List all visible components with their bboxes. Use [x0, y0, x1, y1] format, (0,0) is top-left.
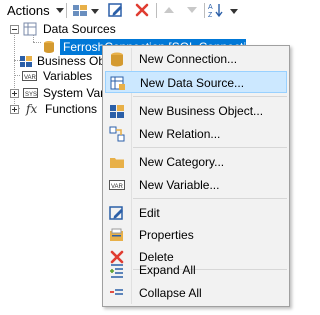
- toolbar-separator: [66, 3, 67, 18]
- actions-dropdown-icon[interactable]: [56, 8, 64, 13]
- move-up-icon[interactable]: [161, 2, 177, 18]
- new-variable-icon: VAR: [109, 180, 125, 190]
- menu-item-label: New Data Source...: [140, 76, 245, 90]
- new-relation-icon: [109, 126, 125, 142]
- menu-item-new-data-source[interactable]: New Data Source...: [105, 71, 287, 93]
- function-icon: fx: [26, 102, 38, 116]
- move-down-icon[interactable]: [184, 2, 200, 18]
- new-category-icon: [110, 158, 124, 168]
- svg-text:SYS: SYS: [25, 92, 37, 98]
- new-business-object-icon: [110, 105, 124, 118]
- menu-item-new-variable[interactable]: VAR New Variable...: [105, 174, 287, 196]
- edit-icon: [109, 206, 123, 220]
- actions-menu-button[interactable]: Actions: [7, 3, 50, 18]
- toolbar-separator: [204, 3, 205, 18]
- new-connection-icon: [111, 52, 123, 67]
- svg-text:VAR: VAR: [111, 184, 124, 190]
- collapse-all-icon: [110, 289, 123, 295]
- context-menu: New Connection... New Data Source... New…: [102, 45, 290, 307]
- menu-item-collapse-all[interactable]: Collapse All: [105, 282, 287, 304]
- toolbar: Actions A Z: [0, 0, 295, 20]
- menu-item-label: Collapse All: [139, 286, 202, 300]
- tree-node-data-sources[interactable]: Data Sources: [0, 20, 120, 38]
- menu-item-label: Properties: [139, 228, 194, 242]
- tree-node-variables[interactable]: VAR Variables: [0, 67, 102, 85]
- sort-icon[interactable]: A Z: [208, 2, 224, 18]
- menu-item-label: New Business Object...: [139, 104, 264, 118]
- menu-item-properties[interactable]: Properties: [105, 224, 287, 246]
- tree-label: Variables: [43, 69, 93, 83]
- edit-icon[interactable]: [108, 2, 124, 18]
- tree-node-functions[interactable]: fx Functions: [0, 100, 102, 118]
- menu-item-edit[interactable]: Edit: [105, 202, 287, 224]
- variables-icon: VAR: [22, 71, 37, 81]
- data-sources-icon: [23, 22, 37, 36]
- svg-text:Z: Z: [208, 12, 213, 18]
- toolbar-separator: [156, 3, 157, 18]
- menu-item-new-relation[interactable]: New Relation...: [105, 123, 287, 145]
- menu-item-label: Edit: [139, 206, 160, 220]
- menu-item-new-category[interactable]: New Category...: [105, 151, 287, 173]
- menu-item-label: Expand All: [139, 263, 196, 277]
- menu-item-label: New Connection...: [139, 52, 238, 66]
- svg-text:VAR: VAR: [24, 75, 37, 81]
- new-item-dropdown-icon[interactable]: [91, 9, 99, 14]
- menu-item-new-business-object[interactable]: New Business Object...: [105, 100, 287, 122]
- system-variables-icon: SYS: [23, 88, 38, 98]
- new-item-icon[interactable]: [72, 2, 88, 18]
- svg-text:A: A: [208, 4, 213, 11]
- expand-all-icon: [110, 264, 123, 278]
- delete-icon[interactable]: [134, 2, 150, 18]
- expand-icon[interactable]: [10, 105, 19, 114]
- collapse-icon[interactable]: [10, 25, 19, 34]
- tree-label: Functions: [45, 102, 98, 116]
- properties-icon: [110, 228, 123, 241]
- new-data-source-icon: [110, 76, 125, 90]
- menu-item-label: New Variable...: [139, 178, 220, 192]
- tree-label: Data Sources: [43, 22, 116, 36]
- sort-dropdown-icon[interactable]: [230, 9, 238, 14]
- menu-item-label: New Relation...: [139, 127, 221, 141]
- expand-icon[interactable]: [10, 89, 19, 98]
- menu-item-expand-all[interactable]: Expand All: [105, 259, 287, 281]
- menu-item-label: New Category...: [139, 155, 225, 169]
- business-objects-icon: [20, 56, 32, 67]
- menu-item-new-connection[interactable]: New Connection...: [105, 48, 287, 70]
